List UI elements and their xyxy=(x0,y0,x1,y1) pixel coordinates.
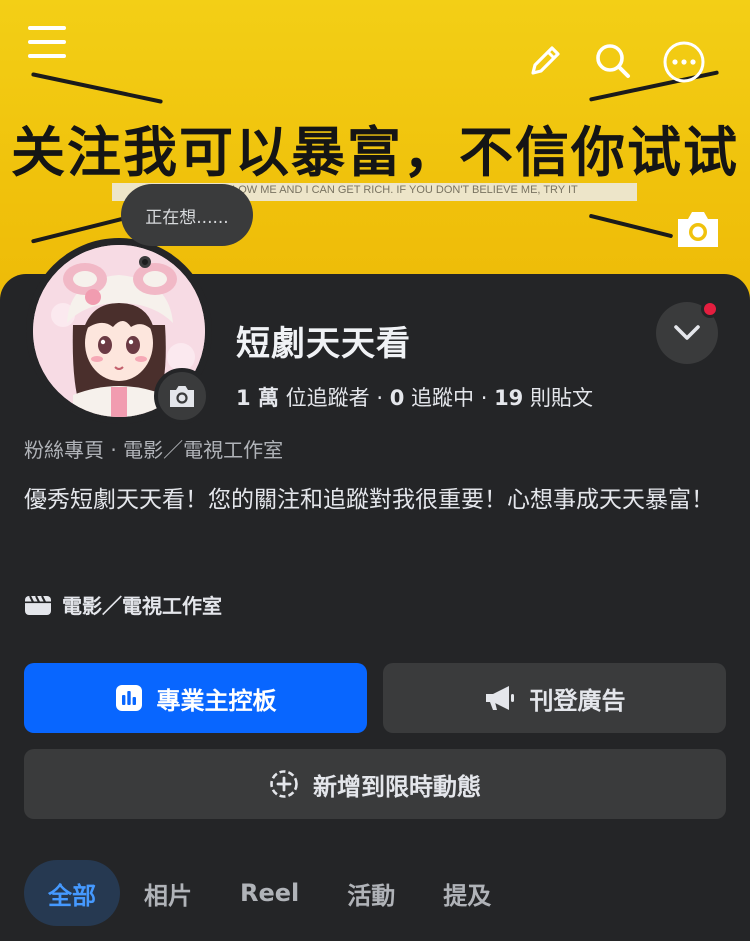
following-label[interactable]: 追蹤中 xyxy=(411,386,474,410)
tab-reels[interactable]: Reel xyxy=(216,860,323,926)
posts-label: 則貼文 xyxy=(529,386,593,410)
thought-bubble-text: 正在想...... xyxy=(145,207,229,228)
add-story-icon xyxy=(270,770,298,798)
search-icon xyxy=(596,44,630,78)
notification-dot xyxy=(701,300,719,318)
advertise-label: 刊登廣告 xyxy=(529,686,626,715)
page-bio: 優秀短劇天天看！您的關注和追蹤對我很重要！心想事成天天暴富！ xyxy=(24,487,714,513)
advertise-button[interactable]: 刊登廣告 xyxy=(383,663,726,733)
tab-events[interactable]: 活動 xyxy=(323,860,419,926)
pencil-icon xyxy=(531,46,560,75)
thought-bubble-tail xyxy=(139,256,151,268)
professional-dashboard-button[interactable]: 專業主控板 xyxy=(24,663,367,733)
more-button[interactable] xyxy=(660,38,708,86)
thought-bubble[interactable]: 正在想...... xyxy=(121,184,253,246)
edit-avatar-button[interactable] xyxy=(154,368,210,424)
cover-decor-line xyxy=(31,72,163,104)
following-count[interactable]: 0 xyxy=(390,386,405,410)
megaphone-icon xyxy=(485,686,514,710)
cover-headline: 关注我可以暴富，不信你试试 xyxy=(11,121,739,184)
menu-button[interactable] xyxy=(22,20,72,64)
add-to-story-label: 新增到限時動態 xyxy=(313,772,481,801)
stats-separator: · xyxy=(480,386,488,410)
detail-category-label: 電影／電視工作室 xyxy=(62,594,222,618)
camera-icon xyxy=(678,212,718,247)
followers-label[interactable]: 位追蹤者 xyxy=(286,386,370,410)
edit-cover-button[interactable] xyxy=(672,204,724,254)
search-button[interactable] xyxy=(590,38,636,84)
page-name: 短劇天天看 xyxy=(236,324,411,364)
more-icon xyxy=(663,41,705,83)
menu-icon xyxy=(28,26,66,58)
cover-decor-line xyxy=(588,213,674,239)
page-stats: 1 萬 位追蹤者 · 0 追蹤中 · 19 則貼文 xyxy=(236,382,593,412)
profile-tabs: 全部 相片 Reel 活動 提及 xyxy=(24,860,515,926)
posts-count: 19 xyxy=(494,386,524,410)
bar-chart-icon xyxy=(115,685,142,711)
edit-button[interactable] xyxy=(522,38,568,84)
camera-icon xyxy=(170,386,194,407)
page-category-line: 粉絲專頁 · 電影／電視工作室 xyxy=(24,438,284,462)
tab-all[interactable]: 全部 xyxy=(24,860,120,926)
chevron-down-icon xyxy=(674,325,700,340)
followers-count[interactable]: 1 萬 xyxy=(236,386,279,410)
tab-photos[interactable]: 相片 xyxy=(120,860,216,926)
clapperboard-icon xyxy=(25,595,51,615)
tab-mentions[interactable]: 提及 xyxy=(419,860,515,926)
professional-dashboard-label: 專業主控板 xyxy=(156,686,277,715)
detail-category-row[interactable]: 電影／電視工作室 xyxy=(24,590,222,619)
add-to-story-button[interactable]: 新增到限時動態 xyxy=(24,749,726,819)
stats-separator: · xyxy=(376,386,383,410)
